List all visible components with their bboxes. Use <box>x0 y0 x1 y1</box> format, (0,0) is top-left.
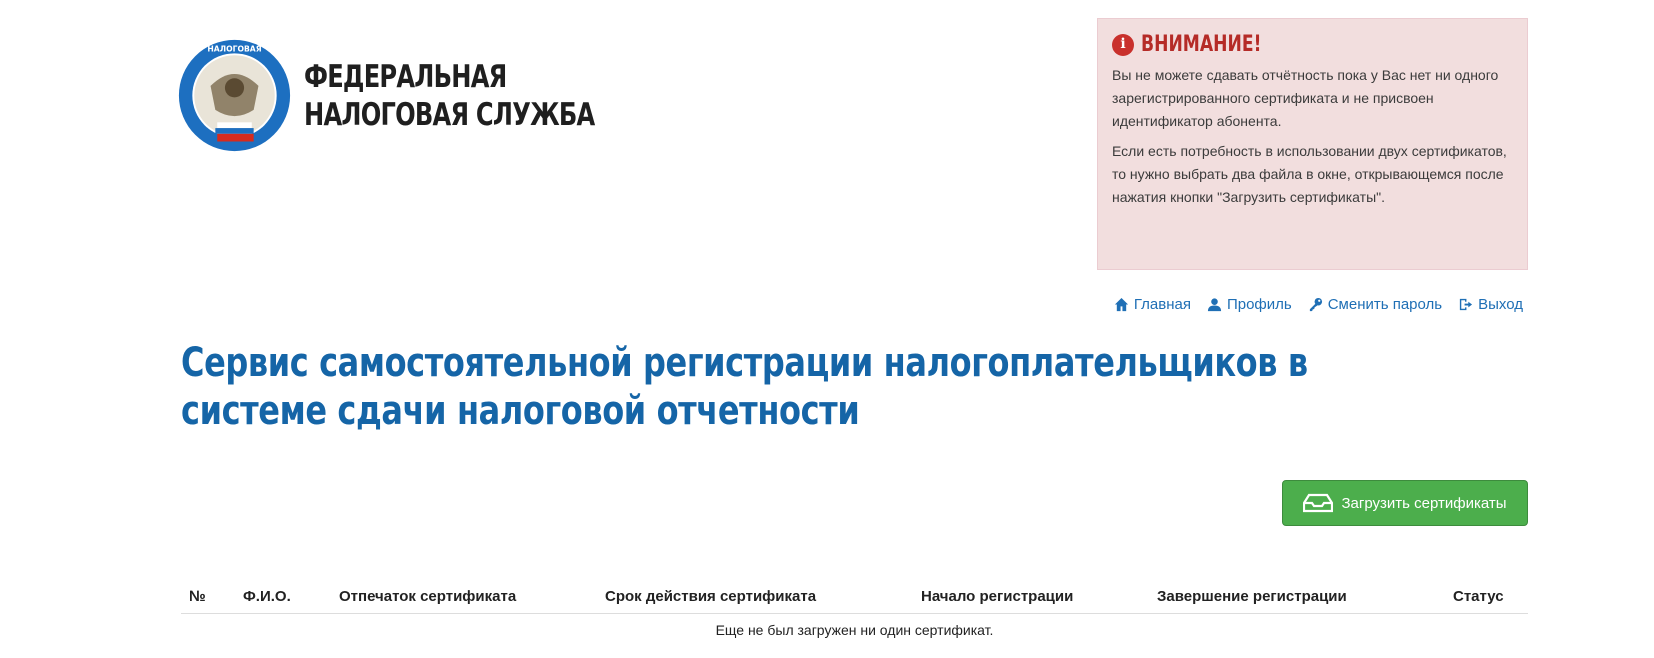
home-icon <box>1114 297 1129 312</box>
col-fio: Ф.И.О. <box>235 580 331 614</box>
upload-certificates-button[interactable]: Загрузить сертификаты <box>1282 480 1528 526</box>
nav-logout-label: Выход <box>1478 296 1523 313</box>
fns-emblem-icon: НАЛОГОВАЯ <box>178 39 291 152</box>
logo[interactable]: НАЛОГОВАЯ ФЕДЕРАЛЬНАЯ НАЛОГОВАЯ СЛУЖБА <box>177 38 676 153</box>
org-name: ФЕДЕРАЛЬНАЯ НАЛОГОВАЯ СЛУЖБА <box>304 58 595 134</box>
upload-certificates-label: Загрузить сертификаты <box>1341 494 1507 512</box>
warning-alert: i ВНИМАНИЕ! Вы не можете сдавать отчётно… <box>1097 18 1528 270</box>
col-fingerprint: Отпечаток сертификата <box>331 580 597 614</box>
svg-text:НАЛОГОВАЯ: НАЛОГОВАЯ <box>207 44 261 53</box>
col-validity: Срок действия сертификата <box>597 580 913 614</box>
page: НАЛОГОВАЯ ФЕДЕРАЛЬНАЯ НАЛОГОВАЯ СЛУЖБА i… <box>0 0 1654 658</box>
nav-profile-link[interactable]: Профиль <box>1207 296 1292 313</box>
nav-profile-label: Профиль <box>1226 296 1292 313</box>
org-name-line1: ФЕДЕРАЛЬНАЯ <box>304 58 507 95</box>
col-status: Статус <box>1445 580 1528 614</box>
col-reg-start: Начало регистрации <box>913 580 1149 614</box>
page-title: Сервис самостоятельной регистрации налог… <box>181 340 1308 434</box>
user-icon <box>1207 297 1222 312</box>
alert-title: i ВНИМАНИЕ! <box>1112 33 1513 56</box>
key-icon <box>1308 297 1323 312</box>
alert-paragraph-1: Вы не можете сдавать отчётность пока у В… <box>1112 67 1499 129</box>
nav-change-password-link[interactable]: Сменить пароль <box>1308 296 1442 313</box>
table-header-row: № Ф.И.О. Отпечаток сертификата Срок дейс… <box>181 580 1528 614</box>
nav-change-password-label: Сменить пароль <box>1327 296 1443 313</box>
alert-heading: ВНИМАНИЕ! <box>1141 32 1262 57</box>
nav-home-label: Главная <box>1133 296 1191 313</box>
empty-message: Еще не был загружен ни один сертификат. <box>715 622 994 638</box>
org-name-line2: НАЛОГОВАЯ СЛУЖБА <box>304 96 595 133</box>
certificates-table: № Ф.И.О. Отпечаток сертификата Срок дейс… <box>181 580 1528 646</box>
logout-icon <box>1458 297 1473 312</box>
col-reg-end: Завершение регистрации <box>1149 580 1445 614</box>
alert-paragraph-2: Если есть потребность в использовании дв… <box>1112 143 1507 205</box>
top-nav: Главная Профиль Сменить пароль Выход <box>1114 296 1523 313</box>
table-empty-row: Еще не был загружен ни один сертификат. <box>181 614 1528 647</box>
col-number: № <box>181 580 235 614</box>
upload-tray-icon <box>1303 493 1334 513</box>
nav-home-link[interactable]: Главная <box>1114 296 1191 313</box>
info-icon: i <box>1112 33 1134 56</box>
nav-logout-link[interactable]: Выход <box>1458 296 1523 313</box>
